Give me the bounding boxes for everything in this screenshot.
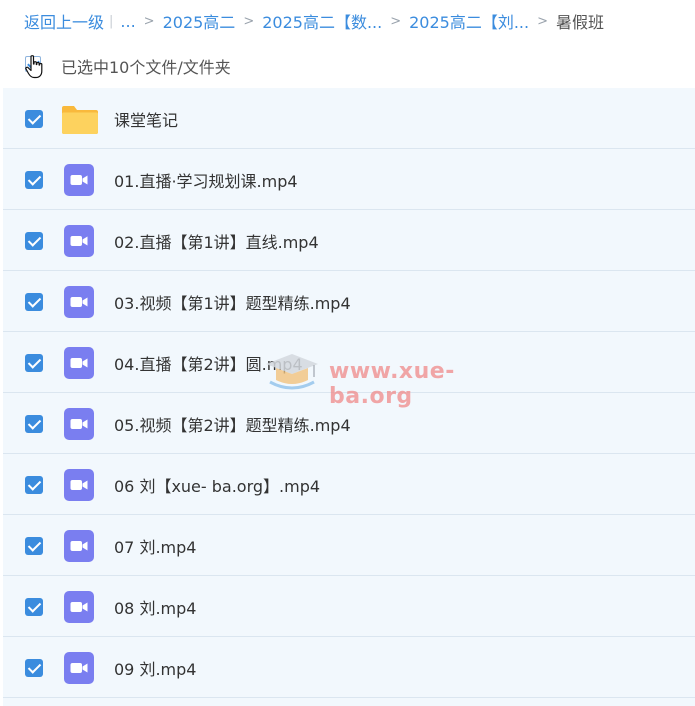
file-row[interactable]: 06 刘【xue- ba.org】.mp4 xyxy=(3,454,695,515)
breadcrumb-item-2[interactable]: 2025高二【数... xyxy=(262,9,382,33)
file-list: 课堂笔记 01.直播·学习规划课.mp4 02.直播【第1讲】直线.mp4 03… xyxy=(3,88,695,706)
video-icon xyxy=(64,286,94,318)
breadcrumb-item-3[interactable]: 2025高二【刘... xyxy=(409,9,529,33)
selection-bar: 已选中10个文件/文件夹 xyxy=(0,48,695,80)
file-name[interactable]: 07 刘.mp4 xyxy=(114,534,196,558)
file-row[interactable]: 01.直播·学习规划课.mp4 xyxy=(3,149,695,210)
row-checkbox[interactable] xyxy=(25,171,43,189)
file-row[interactable]: 课堂笔记 xyxy=(3,88,695,149)
file-row[interactable]: 09 刘.mp4 xyxy=(3,637,695,698)
breadcrumb: 返回上一级 | ... > 2025高二 > 2025高二【数... > 202… xyxy=(24,9,605,33)
video-icon xyxy=(64,347,94,379)
chevron-right-icon: > xyxy=(537,13,548,29)
file-name[interactable]: 课堂笔记 xyxy=(114,107,178,131)
video-icon xyxy=(64,469,94,501)
chevron-right-icon: > xyxy=(243,13,255,29)
file-name[interactable]: 08 刘.mp4 xyxy=(114,595,196,619)
row-checkbox[interactable] xyxy=(25,598,43,616)
file-row[interactable]: 02.直播【第1讲】直线.mp4 xyxy=(3,210,695,271)
file-name[interactable]: 01.直播·学习规划课.mp4 xyxy=(114,168,298,192)
selection-count-text: 已选中10个文件/文件夹 xyxy=(61,58,231,77)
video-icon xyxy=(64,652,94,684)
chevron-right-icon: > xyxy=(390,13,402,29)
file-row[interactable]: 04.直播【第2讲】圆.mp4 xyxy=(3,332,695,393)
file-name[interactable]: 06 刘【xue- ba.org】.mp4 xyxy=(114,473,320,497)
breadcrumb-current: 暑假班 xyxy=(556,13,605,32)
hand-cursor-icon xyxy=(25,55,43,79)
file-name[interactable]: 09 刘.mp4 xyxy=(114,656,196,680)
file-row[interactable]: 08 刘.mp4 xyxy=(3,576,695,637)
row-checkbox[interactable] xyxy=(25,354,43,372)
file-name[interactable]: 02.直播【第1讲】直线.mp4 xyxy=(114,229,319,253)
file-name[interactable]: 03.视频【第1讲】题型精练.mp4 xyxy=(114,290,351,314)
file-name[interactable]: 04.直播【第2讲】圆.mp4 xyxy=(114,351,303,375)
video-icon xyxy=(64,225,94,257)
chevron-right-icon: > xyxy=(143,13,155,29)
video-icon xyxy=(64,591,94,623)
row-checkbox[interactable] xyxy=(25,293,43,311)
back-link[interactable]: 返回上一级 xyxy=(24,9,104,33)
video-icon xyxy=(64,530,94,562)
file-row[interactable]: 05.视频【第2讲】题型精练.mp4 xyxy=(3,393,695,454)
breadcrumb-ellipsis[interactable]: ... xyxy=(120,12,135,31)
video-icon xyxy=(64,408,94,440)
file-row[interactable]: 07 刘.mp4 xyxy=(3,515,695,576)
video-icon xyxy=(64,164,94,196)
row-checkbox[interactable] xyxy=(25,415,43,433)
row-checkbox[interactable] xyxy=(25,659,43,677)
row-checkbox[interactable] xyxy=(25,232,43,250)
breadcrumb-divider: | xyxy=(109,13,114,29)
file-row[interactable]: 03.视频【第1讲】题型精练.mp4 xyxy=(3,271,695,332)
row-checkbox[interactable] xyxy=(25,537,43,555)
file-name[interactable]: 05.视频【第2讲】题型精练.mp4 xyxy=(114,412,351,436)
folder-icon xyxy=(62,106,98,134)
row-checkbox[interactable] xyxy=(25,110,43,128)
row-checkbox[interactable] xyxy=(25,476,43,494)
breadcrumb-item-1[interactable]: 2025高二 xyxy=(163,9,236,33)
